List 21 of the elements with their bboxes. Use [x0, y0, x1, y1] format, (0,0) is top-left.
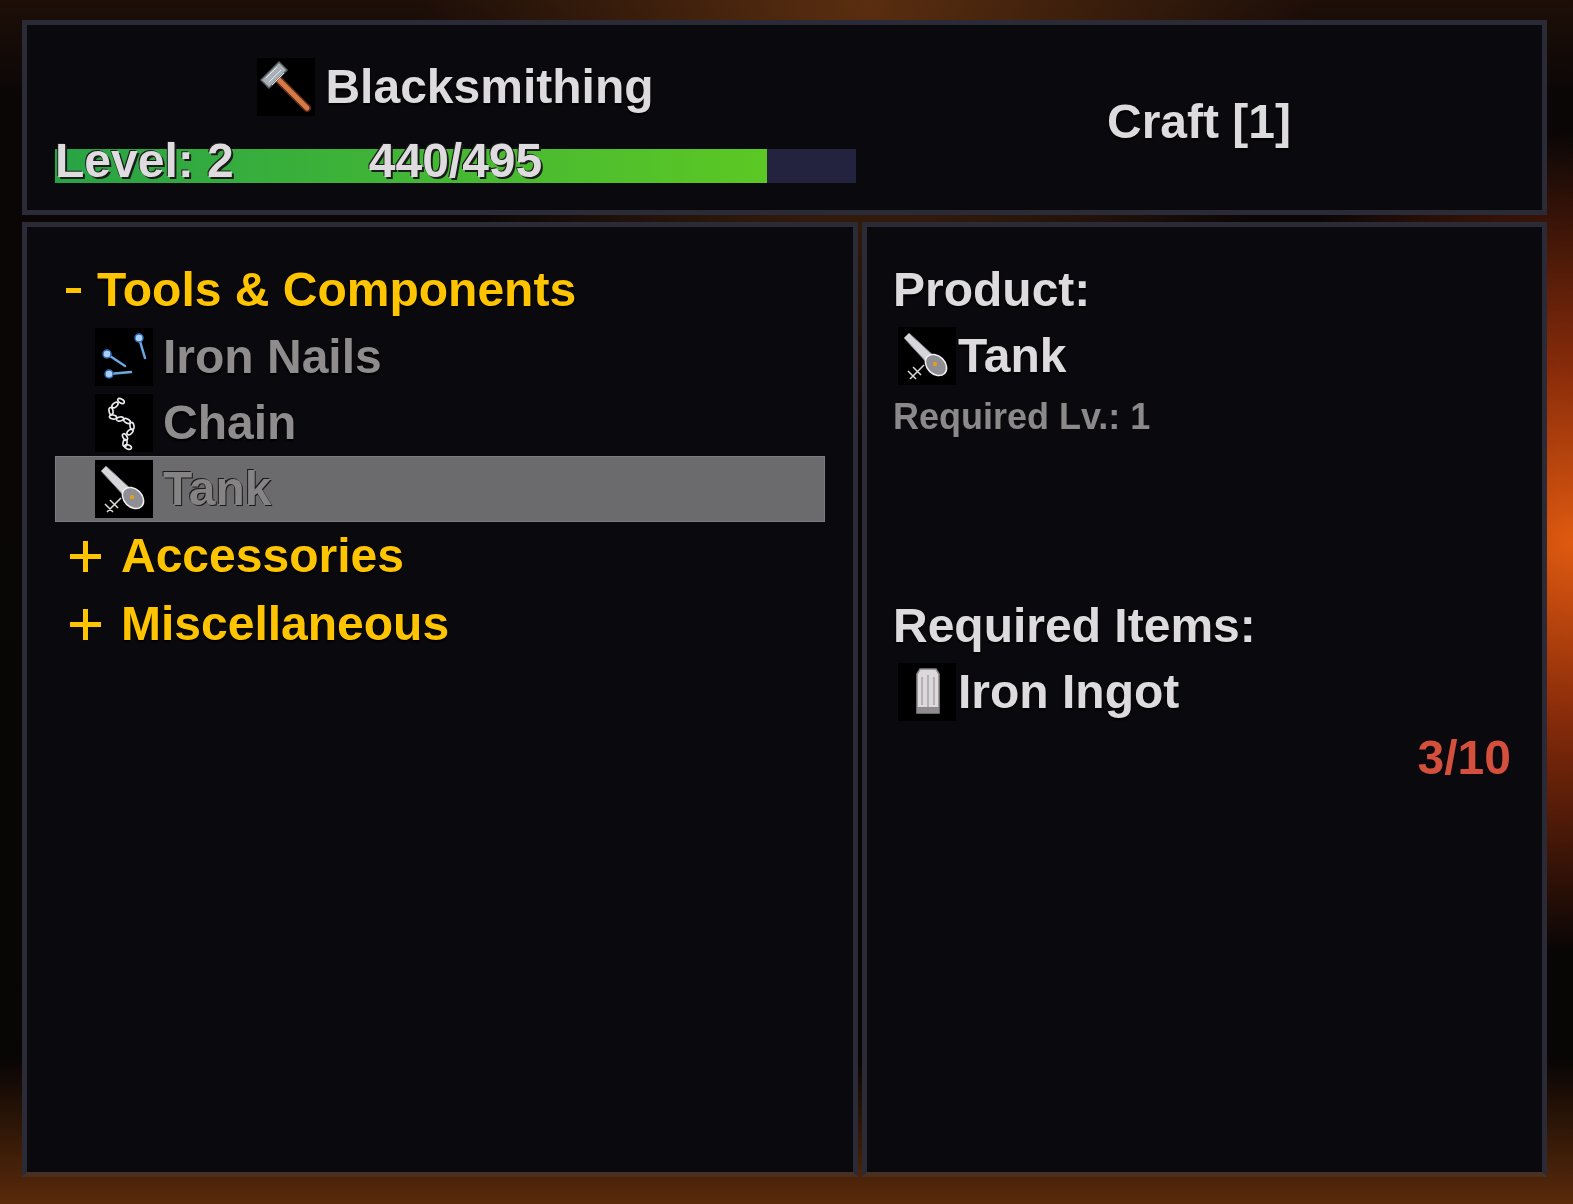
category-header[interactable]: Accessories — [55, 522, 825, 590]
cone-icon — [898, 327, 956, 385]
ingot-icon — [898, 663, 956, 721]
xp-reading: 440/495 — [368, 137, 543, 185]
craft-button[interactable]: Craft [1] — [1095, 89, 1303, 155]
cone-icon — [95, 460, 153, 518]
chain-icon — [95, 394, 153, 452]
product-heading: Product: — [893, 262, 1091, 318]
recipe-item[interactable]: Chain — [55, 390, 825, 456]
level-label: Level: 2 — [55, 137, 234, 185]
nails-icon — [95, 328, 153, 386]
required-items-heading: Required Items: — [893, 598, 1256, 654]
skill-title: Blacksmithing — [325, 59, 654, 115]
hammer-icon — [257, 58, 316, 116]
required-level: Required Lv.: 1 — [893, 395, 1151, 439]
item-count: 3/10 — [1417, 730, 1511, 786]
item-name: Iron Ingot — [958, 664, 1180, 720]
product-name: Tank — [958, 328, 1067, 384]
category-header[interactable]: Tools & Components — [55, 256, 825, 324]
recipe-item[interactable]: Iron Nails — [55, 324, 825, 390]
category-header[interactable]: Miscellaneous — [55, 590, 825, 658]
